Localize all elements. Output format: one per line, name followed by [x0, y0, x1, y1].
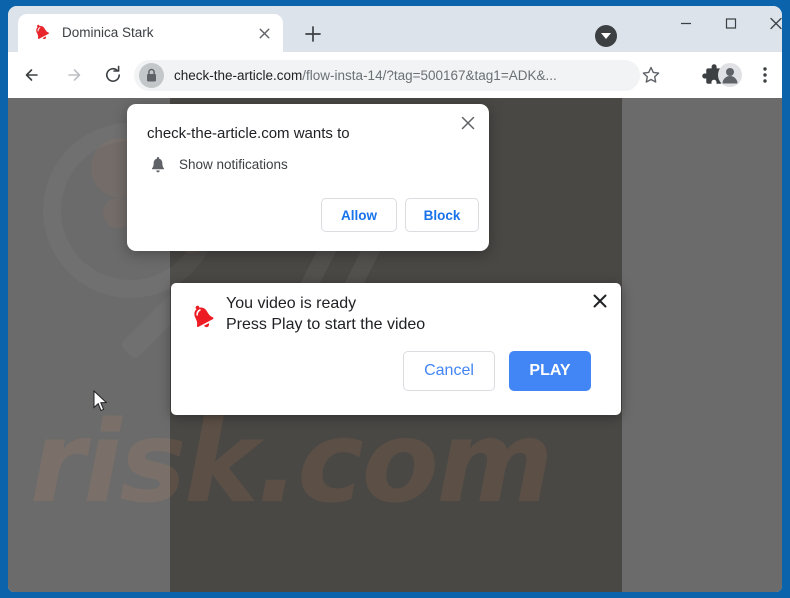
- browser-toolbar: check-the-article.com/flow-insta-14/?tag…: [8, 52, 782, 98]
- page-viewport: // risk.com check-the-article.com wants …: [8, 98, 782, 592]
- browser-window: Dominica Stark check-the-article.com/flo…: [0, 0, 790, 598]
- profile-avatar-icon[interactable]: [715, 60, 745, 90]
- browser-menu-icon[interactable]: [750, 60, 780, 90]
- window-close-button[interactable]: [753, 10, 782, 42]
- window-maximize-button[interactable]: [708, 10, 753, 42]
- permission-dialog-title: check-the-article.com wants to: [147, 125, 350, 142]
- site-security-lock-icon[interactable]: [139, 63, 164, 88]
- cancel-button[interactable]: Cancel: [403, 351, 495, 391]
- url-path: /flow-insta-14/?tag=500167&tag1=ADK&...: [302, 68, 557, 83]
- allow-button[interactable]: Allow: [321, 198, 397, 232]
- video-dialog-bell-icon: [188, 303, 218, 333]
- tab-title: Dominica Stark: [62, 25, 154, 40]
- tab-close-icon[interactable]: [256, 25, 273, 42]
- minimize-icon: [679, 17, 693, 36]
- play-button[interactable]: PLAY: [509, 351, 591, 391]
- bookmark-star-icon[interactable]: [636, 60, 666, 90]
- block-button[interactable]: Block: [405, 198, 479, 232]
- new-tab-button[interactable]: [301, 22, 325, 46]
- tab-search-chevron-down-icon[interactable]: [595, 25, 617, 47]
- address-bar[interactable]: check-the-article.com/flow-insta-14/?tag…: [134, 60, 640, 91]
- video-dialog-line2: Press Play to start the video: [226, 316, 426, 333]
- url-domain: check-the-article.com: [174, 68, 303, 83]
- forward-button: [58, 60, 88, 90]
- address-bar-url: check-the-article.com/flow-insta-14/?tag…: [174, 60, 557, 91]
- close-icon: [768, 16, 783, 37]
- video-dialog-close-icon[interactable]: [589, 290, 611, 312]
- tab-favicon-bell-icon: [32, 23, 52, 43]
- permission-option-label: Show notifications: [179, 157, 288, 172]
- permission-bell-icon: [148, 156, 168, 176]
- permission-dialog-close-icon[interactable]: [457, 112, 479, 134]
- watermark-text: risk.com: [30, 398, 553, 528]
- video-dialog-line1: You video is ready: [226, 295, 357, 312]
- window-minimize-button[interactable]: [663, 10, 708, 42]
- browser-tab-active[interactable]: Dominica Stark: [18, 14, 283, 52]
- maximize-icon: [724, 17, 738, 36]
- video-ready-dialog: You video is ready Press Play to start t…: [171, 283, 621, 415]
- notification-permission-dialog: check-the-article.com wants to Show noti…: [127, 104, 489, 251]
- tab-strip: Dominica Stark: [8, 6, 782, 52]
- reload-button[interactable]: [98, 60, 128, 90]
- back-button[interactable]: [18, 60, 48, 90]
- browser-window-inner: Dominica Stark check-the-article.com/flo…: [8, 6, 782, 592]
